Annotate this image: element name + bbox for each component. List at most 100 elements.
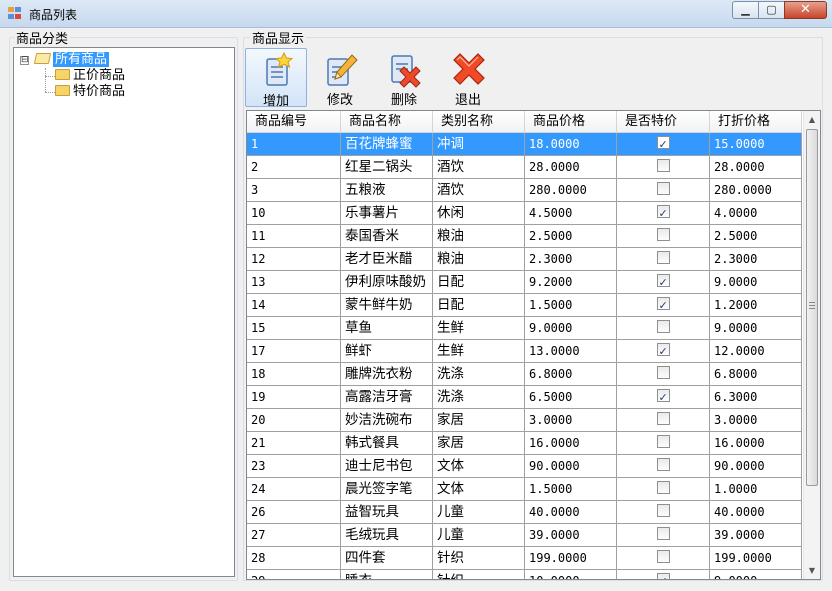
cell-special[interactable]	[617, 455, 710, 478]
cell-name: 妙洁洗碗布	[341, 409, 433, 432]
cell-discount: 3.0000	[710, 409, 802, 432]
special-checkbox[interactable]	[656, 435, 670, 448]
column-header-category[interactable]: 类别名称	[433, 111, 525, 133]
cell-name: 草鱼	[341, 317, 433, 340]
cell-special[interactable]	[617, 340, 710, 363]
cell-category: 酒饮	[433, 179, 525, 202]
table-row[interactable]: 26 益智玩具 儿童 40.0000 40.0000	[247, 501, 802, 524]
minimize-button[interactable]: ▁	[732, 1, 758, 19]
cell-special[interactable]	[617, 271, 710, 294]
special-checkbox[interactable]	[656, 550, 670, 563]
tree-expander[interactable]: ⊟	[20, 56, 29, 65]
cell-special[interactable]	[617, 133, 710, 156]
table-row[interactable]: 29睡衣针织10.0000 9.0000	[247, 570, 802, 579]
special-checkbox[interactable]	[656, 203, 670, 224]
table-row[interactable]: 12 老才臣米醋 粮油 2.3000 2.3000	[247, 248, 802, 271]
cell-special[interactable]	[617, 409, 710, 432]
table-row[interactable]: 2 红星二锅头 酒饮 28.0000 28.0000	[247, 156, 802, 179]
cell-special[interactable]	[617, 294, 710, 317]
vertical-scrollbar[interactable]: ▲ ▼	[803, 111, 820, 579]
cell-special[interactable]	[617, 386, 710, 409]
tree-node-label: 所有商品	[53, 52, 110, 67]
cell-special[interactable]	[617, 524, 710, 547]
add-button[interactable]: 增加	[245, 48, 307, 109]
cell-price: 199.0000	[525, 547, 617, 570]
special-checkbox[interactable]	[656, 134, 670, 155]
cell-special[interactable]	[617, 317, 710, 340]
cell-special[interactable]	[617, 248, 710, 271]
table-row[interactable]: 18 雕牌洗衣粉 洗涤 6.8000 6.8000	[247, 363, 802, 386]
special-checkbox[interactable]	[656, 295, 670, 316]
table-row[interactable]: 20 妙洁洗碗布 家居 3.0000 3.0000	[247, 409, 802, 432]
special-checkbox[interactable]	[656, 159, 670, 172]
close-button[interactable]: ✕	[784, 1, 827, 19]
special-checkbox[interactable]	[656, 458, 670, 471]
table-row[interactable]: 17鲜虾生鲜13.0000 12.0000	[247, 340, 802, 363]
tree-node-special-price[interactable]: 特价商品	[55, 84, 125, 100]
cell-price: 1.5000	[525, 294, 617, 317]
cell-price: 90.0000	[525, 455, 617, 478]
edit-button[interactable]: 修改	[309, 48, 371, 108]
delete-button[interactable]: 删除	[373, 48, 435, 108]
special-checkbox[interactable]	[656, 320, 670, 333]
delete-button-label: 删除	[390, 93, 417, 108]
cell-special[interactable]	[617, 432, 710, 455]
column-header-special[interactable]: 是否特价	[617, 111, 710, 133]
cell-special[interactable]	[617, 156, 710, 179]
scroll-down-icon[interactable]: ▼	[804, 562, 820, 579]
cell-special[interactable]	[617, 570, 710, 579]
edit-document-pencil-icon	[327, 54, 358, 86]
cell-special[interactable]	[617, 547, 710, 570]
special-checkbox[interactable]	[656, 387, 670, 408]
column-header-discount[interactable]: 打折价格	[710, 111, 802, 133]
scroll-thumb[interactable]	[806, 129, 818, 486]
table-row[interactable]: 27 毛绒玩具 儿童 39.0000 39.0000	[247, 524, 802, 547]
close-icon: ✕	[800, 2, 811, 17]
special-checkbox[interactable]	[656, 341, 670, 362]
cell-discount: 28.0000	[710, 156, 802, 179]
special-checkbox[interactable]	[656, 481, 670, 494]
cell-special[interactable]	[617, 179, 710, 202]
cell-special[interactable]	[617, 478, 710, 501]
scroll-up-icon[interactable]: ▲	[804, 111, 820, 128]
table-row[interactable]: 3 五粮液 酒饮 280.0000 280.0000	[247, 179, 802, 202]
product-grid[interactable]: 商品编号 商品名称 类别名称 商品价格 是否特价 打折价格 1 百花牌蜂蜜 冲调 18…	[246, 110, 821, 580]
category-group-label: 商品分类	[14, 28, 71, 47]
column-header-id[interactable]: 商品编号	[247, 111, 341, 133]
cell-category: 日配	[433, 271, 525, 294]
table-row[interactable]: 13伊利原味酸奶日配9.2000 9.0000	[247, 271, 802, 294]
special-checkbox[interactable]	[656, 366, 670, 379]
maximize-button[interactable]: ▢	[758, 1, 784, 19]
table-row[interactable]: 19高露洁牙膏洗涤6.5000 6.3000	[247, 386, 802, 409]
table-row[interactable]: 28 四件套 针织 199.0000 199.0000	[247, 547, 802, 570]
cell-id: 11	[247, 225, 341, 248]
special-checkbox[interactable]	[656, 182, 670, 195]
exit-button[interactable]: 退出	[437, 48, 499, 108]
table-row[interactable]: 21 韩式餐具 家居 16.0000 16.0000	[247, 432, 802, 455]
cell-special[interactable]	[617, 363, 710, 386]
table-row[interactable]: 24 晨光签字笔 文体 1.5000 1.0000	[247, 478, 802, 501]
special-checkbox[interactable]	[656, 527, 670, 540]
special-checkbox[interactable]	[656, 251, 670, 264]
cell-special[interactable]	[617, 501, 710, 524]
category-tree[interactable]: ⊟ 所有商品 正价商品 特价商品	[13, 47, 235, 577]
cell-category: 日配	[433, 294, 525, 317]
cell-price: 28.0000	[525, 156, 617, 179]
special-checkbox[interactable]	[656, 228, 670, 241]
table-row[interactable]: 1百花牌蜂蜜冲调18.0000 15.0000	[247, 133, 802, 156]
tree-node-regular-price[interactable]: 正价商品	[55, 68, 125, 84]
table-row[interactable]: 11 泰国香米 粮油 2.5000 2.5000	[247, 225, 802, 248]
special-checkbox[interactable]	[656, 571, 670, 579]
special-checkbox[interactable]	[656, 272, 670, 293]
tree-node-all-products[interactable]: 所有商品	[33, 52, 110, 68]
cell-special[interactable]	[617, 202, 710, 225]
table-row[interactable]: 10乐事薯片休闲4.5000 4.0000	[247, 202, 802, 225]
column-header-price[interactable]: 商品价格	[525, 111, 617, 133]
table-row[interactable]: 23 迪士尼书包 文体 90.0000 90.0000	[247, 455, 802, 478]
column-header-name[interactable]: 商品名称	[341, 111, 433, 133]
special-checkbox[interactable]	[656, 412, 670, 425]
table-row[interactable]: 15 草鱼 生鲜 9.0000 9.0000	[247, 317, 802, 340]
cell-special[interactable]	[617, 225, 710, 248]
special-checkbox[interactable]	[656, 504, 670, 517]
table-row[interactable]: 14蒙牛鲜牛奶日配1.5000 1.2000	[247, 294, 802, 317]
